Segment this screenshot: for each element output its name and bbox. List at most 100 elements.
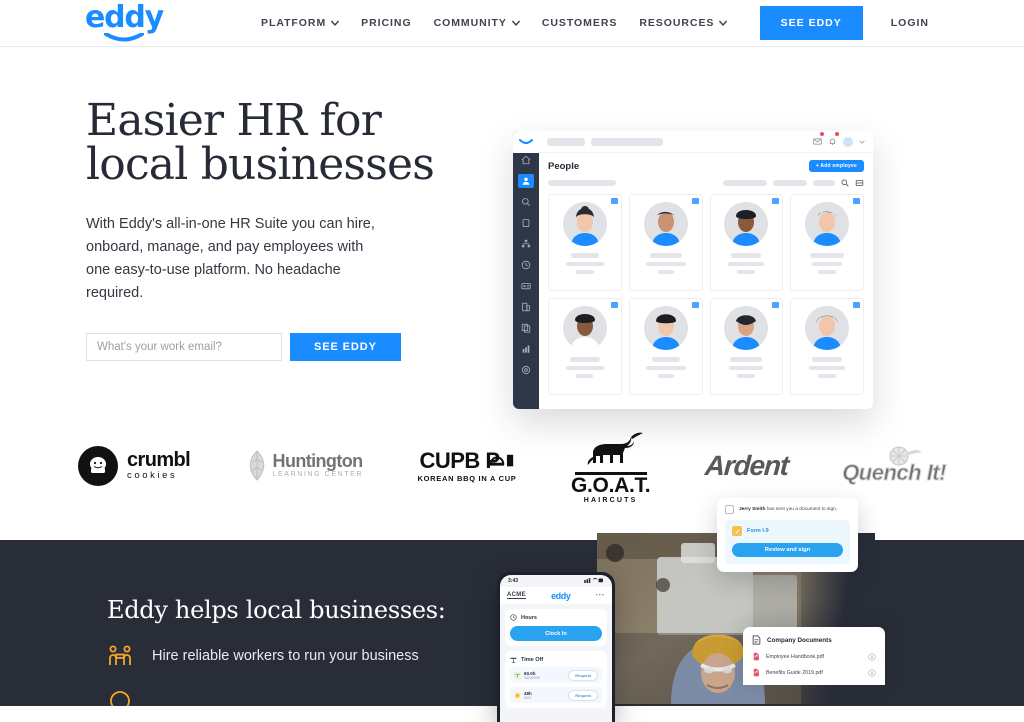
employee-card[interactable] (548, 194, 622, 291)
timeoff-card: Time Off 60.0h VACATION Request 48h SICK… (505, 651, 607, 708)
see-eddy-hero-button[interactable]: SEE EDDY (290, 333, 401, 361)
people-header: People + Add employee (548, 160, 864, 172)
nav-label: PRICING (361, 17, 412, 29)
employee-card[interactable] (709, 194, 784, 291)
circle-icon (107, 688, 133, 706)
settings-gear-icon[interactable] (518, 363, 534, 377)
palm-icon (514, 671, 521, 679)
employee-card[interactable] (548, 298, 622, 395)
bell-badge-icon[interactable] (828, 131, 839, 151)
employee-card[interactable] (790, 298, 864, 395)
login-link[interactable]: LOGIN (891, 17, 929, 29)
card-name-placeholder (730, 357, 763, 362)
mobile-app-mockup: 3:43 ACME eddy ••• Hours Clock In Time O… (497, 572, 615, 722)
signature-icon (732, 526, 742, 536)
documents-icon[interactable] (518, 321, 534, 335)
review-and-sign-button[interactable]: Review and sign (732, 543, 843, 557)
download-icon[interactable] (868, 652, 876, 661)
nav-item-resources[interactable]: RESOURCES (639, 17, 728, 29)
clock-in-button[interactable]: Clock In (510, 626, 602, 641)
sender-name: Jerry Smith (739, 507, 766, 512)
eddy-logo[interactable]: eddy (85, 3, 164, 43)
timeoff-card-title: Time Off (521, 656, 544, 663)
home-icon[interactable] (518, 153, 534, 167)
card-role-placeholder (812, 262, 843, 266)
page-title: Easier HR for local businesses (86, 99, 486, 187)
card-role-placeholder (728, 262, 765, 266)
clock-icon[interactable] (518, 258, 534, 272)
add-employee-button[interactable]: + Add employee (808, 160, 864, 172)
building-icon[interactable] (518, 300, 534, 314)
nav-item-customers[interactable]: CUSTOMERS (542, 17, 617, 29)
sign-file-name[interactable]: Form I-9 (747, 528, 769, 534)
app-sidebar (513, 131, 539, 409)
list-view-icon[interactable] (855, 179, 864, 187)
card-role-placeholder (565, 366, 604, 370)
timeoff-row: 48h SICK Request (510, 687, 602, 703)
nav-item-pricing[interactable]: PRICING (361, 17, 411, 29)
people-icon[interactable] (518, 174, 534, 188)
checkbox-icon[interactable] (725, 505, 734, 514)
huntington-name: Huntington (272, 450, 364, 471)
employee-card[interactable] (709, 298, 784, 395)
nav-item-platform[interactable]: PLATFORM (261, 17, 340, 29)
doc-file-name: Employee Handbook.pdf (766, 653, 825, 660)
sign-card-header: Jerry Smith has sent you a document to s… (725, 505, 850, 514)
card-meta-placeholder (575, 270, 594, 274)
avatar (724, 202, 769, 246)
card-meta-placeholder (657, 374, 674, 378)
status-indicators-icon (584, 577, 604, 585)
main-nav: PLATFORM PRICING COMMUNITY CUSTOMERS RES… (261, 17, 728, 29)
more-dots-icon[interactable]: ••• (596, 593, 605, 599)
card-meta-placeholder (576, 374, 594, 378)
doc-info: Employee Handbook.pdf (752, 652, 824, 661)
list-item[interactable]: Benefits Guide 2019.pdf (752, 668, 876, 677)
app-screenshot-mockup: People + Add employee (513, 131, 873, 409)
employee-card[interactable] (790, 194, 864, 291)
hero-content: Easier HR for local businesses With Eddy… (86, 47, 486, 392)
card-meta-placeholder (818, 374, 837, 378)
search-circle-icon[interactable] (518, 195, 534, 209)
request-timeoff-button[interactable]: Request (568, 689, 598, 701)
card-badge-icon (772, 198, 780, 204)
clipboard-icon[interactable] (518, 216, 534, 230)
nav-item-community[interactable]: COMMUNITY (434, 17, 520, 29)
card-role-placeholder (645, 262, 686, 266)
org-chart-icon[interactable] (518, 237, 534, 251)
benefits-content: Eddy helps local businesses: Hire reliab… (0, 540, 470, 706)
reports-chart-icon[interactable] (518, 342, 534, 356)
logo-smile-icon (104, 33, 144, 42)
doc-info: Benefits Guide 2019.pdf (752, 668, 823, 677)
request-timeoff-button[interactable]: Request (568, 669, 598, 681)
nav-label: RESOURCES (639, 17, 715, 29)
company-documents-card: Company Documents Employee Handbook.pdf … (743, 627, 885, 685)
people-toolbar (548, 179, 864, 187)
see-eddy-header-button[interactable]: SEE EDDY (759, 6, 863, 40)
employee-card[interactable] (628, 194, 703, 291)
download-icon[interactable] (868, 668, 876, 677)
id-card-icon[interactable] (518, 279, 534, 293)
crumbl-mark-icon (78, 446, 118, 486)
search-icon[interactable] (841, 179, 849, 187)
document-sign-card: Jerry Smith has sent you a document to s… (717, 498, 858, 572)
benefits-title: Eddy helps local businesses: (107, 596, 446, 624)
card-name-placeholder (812, 357, 843, 362)
employee-card[interactable] (628, 298, 703, 395)
list-item (107, 688, 470, 706)
pdf-icon (752, 668, 760, 677)
avatar[interactable] (843, 136, 853, 147)
phone-nav-bar: ACME eddy ••• (500, 587, 612, 604)
chevron-down-icon[interactable] (859, 139, 865, 145)
email-field[interactable] (86, 333, 282, 361)
card-role-placeholder (809, 366, 846, 370)
app-topbar (539, 131, 873, 153)
header-actions: SEE EDDY LOGIN (759, 6, 1024, 40)
sign-card-message: Jerry Smith has sent you a document to s… (739, 506, 837, 513)
filter-placeholder (723, 180, 767, 186)
logo-huntington: Huntington LEARNING CENTER (245, 449, 364, 483)
nav-label: PLATFORM (261, 17, 327, 29)
mail-badge-icon[interactable] (813, 131, 824, 151)
card-role-placeholder (645, 366, 686, 370)
quench-name: Quench It! (842, 460, 947, 486)
list-item[interactable]: Employee Handbook.pdf (752, 652, 876, 661)
